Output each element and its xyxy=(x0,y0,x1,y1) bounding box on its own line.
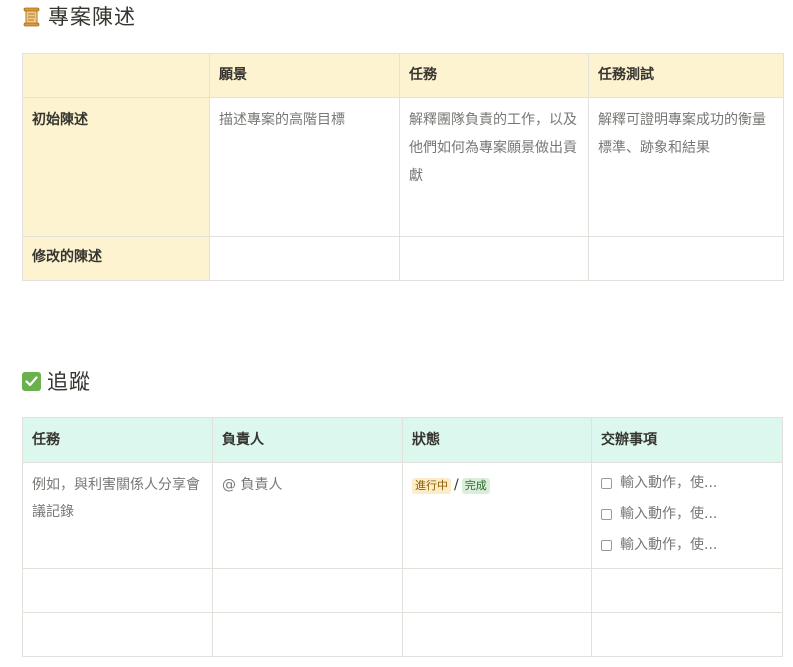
status-badge-in-progress[interactable]: 進行中 xyxy=(412,478,451,494)
column-header[interactable]: 願景 xyxy=(209,53,400,98)
table-cell[interactable] xyxy=(212,612,403,657)
table-cell[interactable] xyxy=(591,612,783,657)
row-header[interactable]: 修改的陳述 xyxy=(22,236,210,281)
section-heading-project-statement: 專案陳述 xyxy=(22,0,136,32)
todo-item[interactable]: 輸入動作，使... xyxy=(601,468,773,499)
checkbox[interactable] xyxy=(601,509,612,520)
owner-cell[interactable]: @ 負責人 xyxy=(212,462,403,569)
table-cell[interactable] xyxy=(399,236,589,281)
todo-label[interactable]: 輸入動作，使... xyxy=(620,470,717,497)
project-statement-table: 願景 任務 任務測試 初始陳述 描述專案的高階目標 解釋團隊負責的工作，以及他們… xyxy=(22,53,784,281)
table-cell[interactable] xyxy=(588,236,784,281)
task-cell[interactable]: 例如，與利害關係人分享會議記錄 xyxy=(22,462,213,569)
table-cell[interactable] xyxy=(402,568,592,613)
section-title: 追蹤 xyxy=(47,370,91,394)
section-title: 專案陳述 xyxy=(48,5,136,29)
todo-cell: 輸入動作，使... 輸入動作，使... 輸入動作，使... xyxy=(591,462,783,569)
table-cell[interactable] xyxy=(22,612,213,657)
checkbox[interactable] xyxy=(601,478,612,489)
todo-item[interactable]: 輸入動作，使... xyxy=(601,499,773,530)
row-header[interactable]: 初始陳述 xyxy=(22,97,210,237)
table-row xyxy=(22,612,783,657)
table-cell[interactable] xyxy=(402,612,592,657)
table-cell[interactable] xyxy=(591,568,783,613)
status-cell[interactable]: 進行中 / 完成 xyxy=(402,462,592,569)
column-header[interactable]: 任務 xyxy=(22,417,213,463)
checkbox[interactable] xyxy=(601,540,612,551)
todo-label[interactable]: 輸入動作，使... xyxy=(620,532,717,559)
column-header[interactable]: 狀態 xyxy=(402,417,592,463)
column-header[interactable]: 負責人 xyxy=(212,417,403,463)
table-header-row: 任務 負責人 狀態 交辦事項 xyxy=(22,417,783,463)
table-row: 例如，與利害關係人分享會議記錄 @ 負責人 進行中 / 完成 輸入動作，使... 輸… xyxy=(22,462,783,569)
todo-label[interactable]: 輸入動作，使... xyxy=(620,501,717,528)
check-icon xyxy=(22,371,41,391)
table-row: 初始陳述 描述專案的高階目標 解釋團隊負責的工作，以及他們如何為專案願景做出貢獻… xyxy=(22,97,784,237)
table-cell[interactable]: 描述專案的高階目標 xyxy=(209,97,400,237)
column-header[interactable]: 任務測試 xyxy=(588,53,784,98)
column-header[interactable]: 交辦事項 xyxy=(591,417,783,463)
column-header[interactable] xyxy=(22,53,210,98)
column-header[interactable]: 任務 xyxy=(399,53,589,98)
todo-item[interactable]: 輸入動作，使... xyxy=(601,530,773,561)
tracking-table: 任務 負責人 狀態 交辦事項 例如，與利害關係人分享會議記錄 @ 負責人 進行中… xyxy=(22,417,783,657)
scroll-icon xyxy=(22,5,42,27)
table-cell[interactable]: 解釋團隊負責的工作，以及他們如何為專案願景做出貢獻 xyxy=(399,97,589,237)
table-row: 修改的陳述 xyxy=(22,236,784,281)
table-cell[interactable]: 解釋可證明專案成功的衡量標準、跡象和結果 xyxy=(588,97,784,237)
table-cell[interactable] xyxy=(212,568,403,613)
table-cell[interactable] xyxy=(22,568,213,613)
table-row xyxy=(22,568,783,613)
table-cell[interactable] xyxy=(209,236,400,281)
status-separator: / xyxy=(454,477,459,493)
table-header-row: 願景 任務 任務測試 xyxy=(22,53,784,98)
status-badge-done[interactable]: 完成 xyxy=(461,478,490,494)
section-heading-tracking: 追蹤 xyxy=(22,365,91,397)
